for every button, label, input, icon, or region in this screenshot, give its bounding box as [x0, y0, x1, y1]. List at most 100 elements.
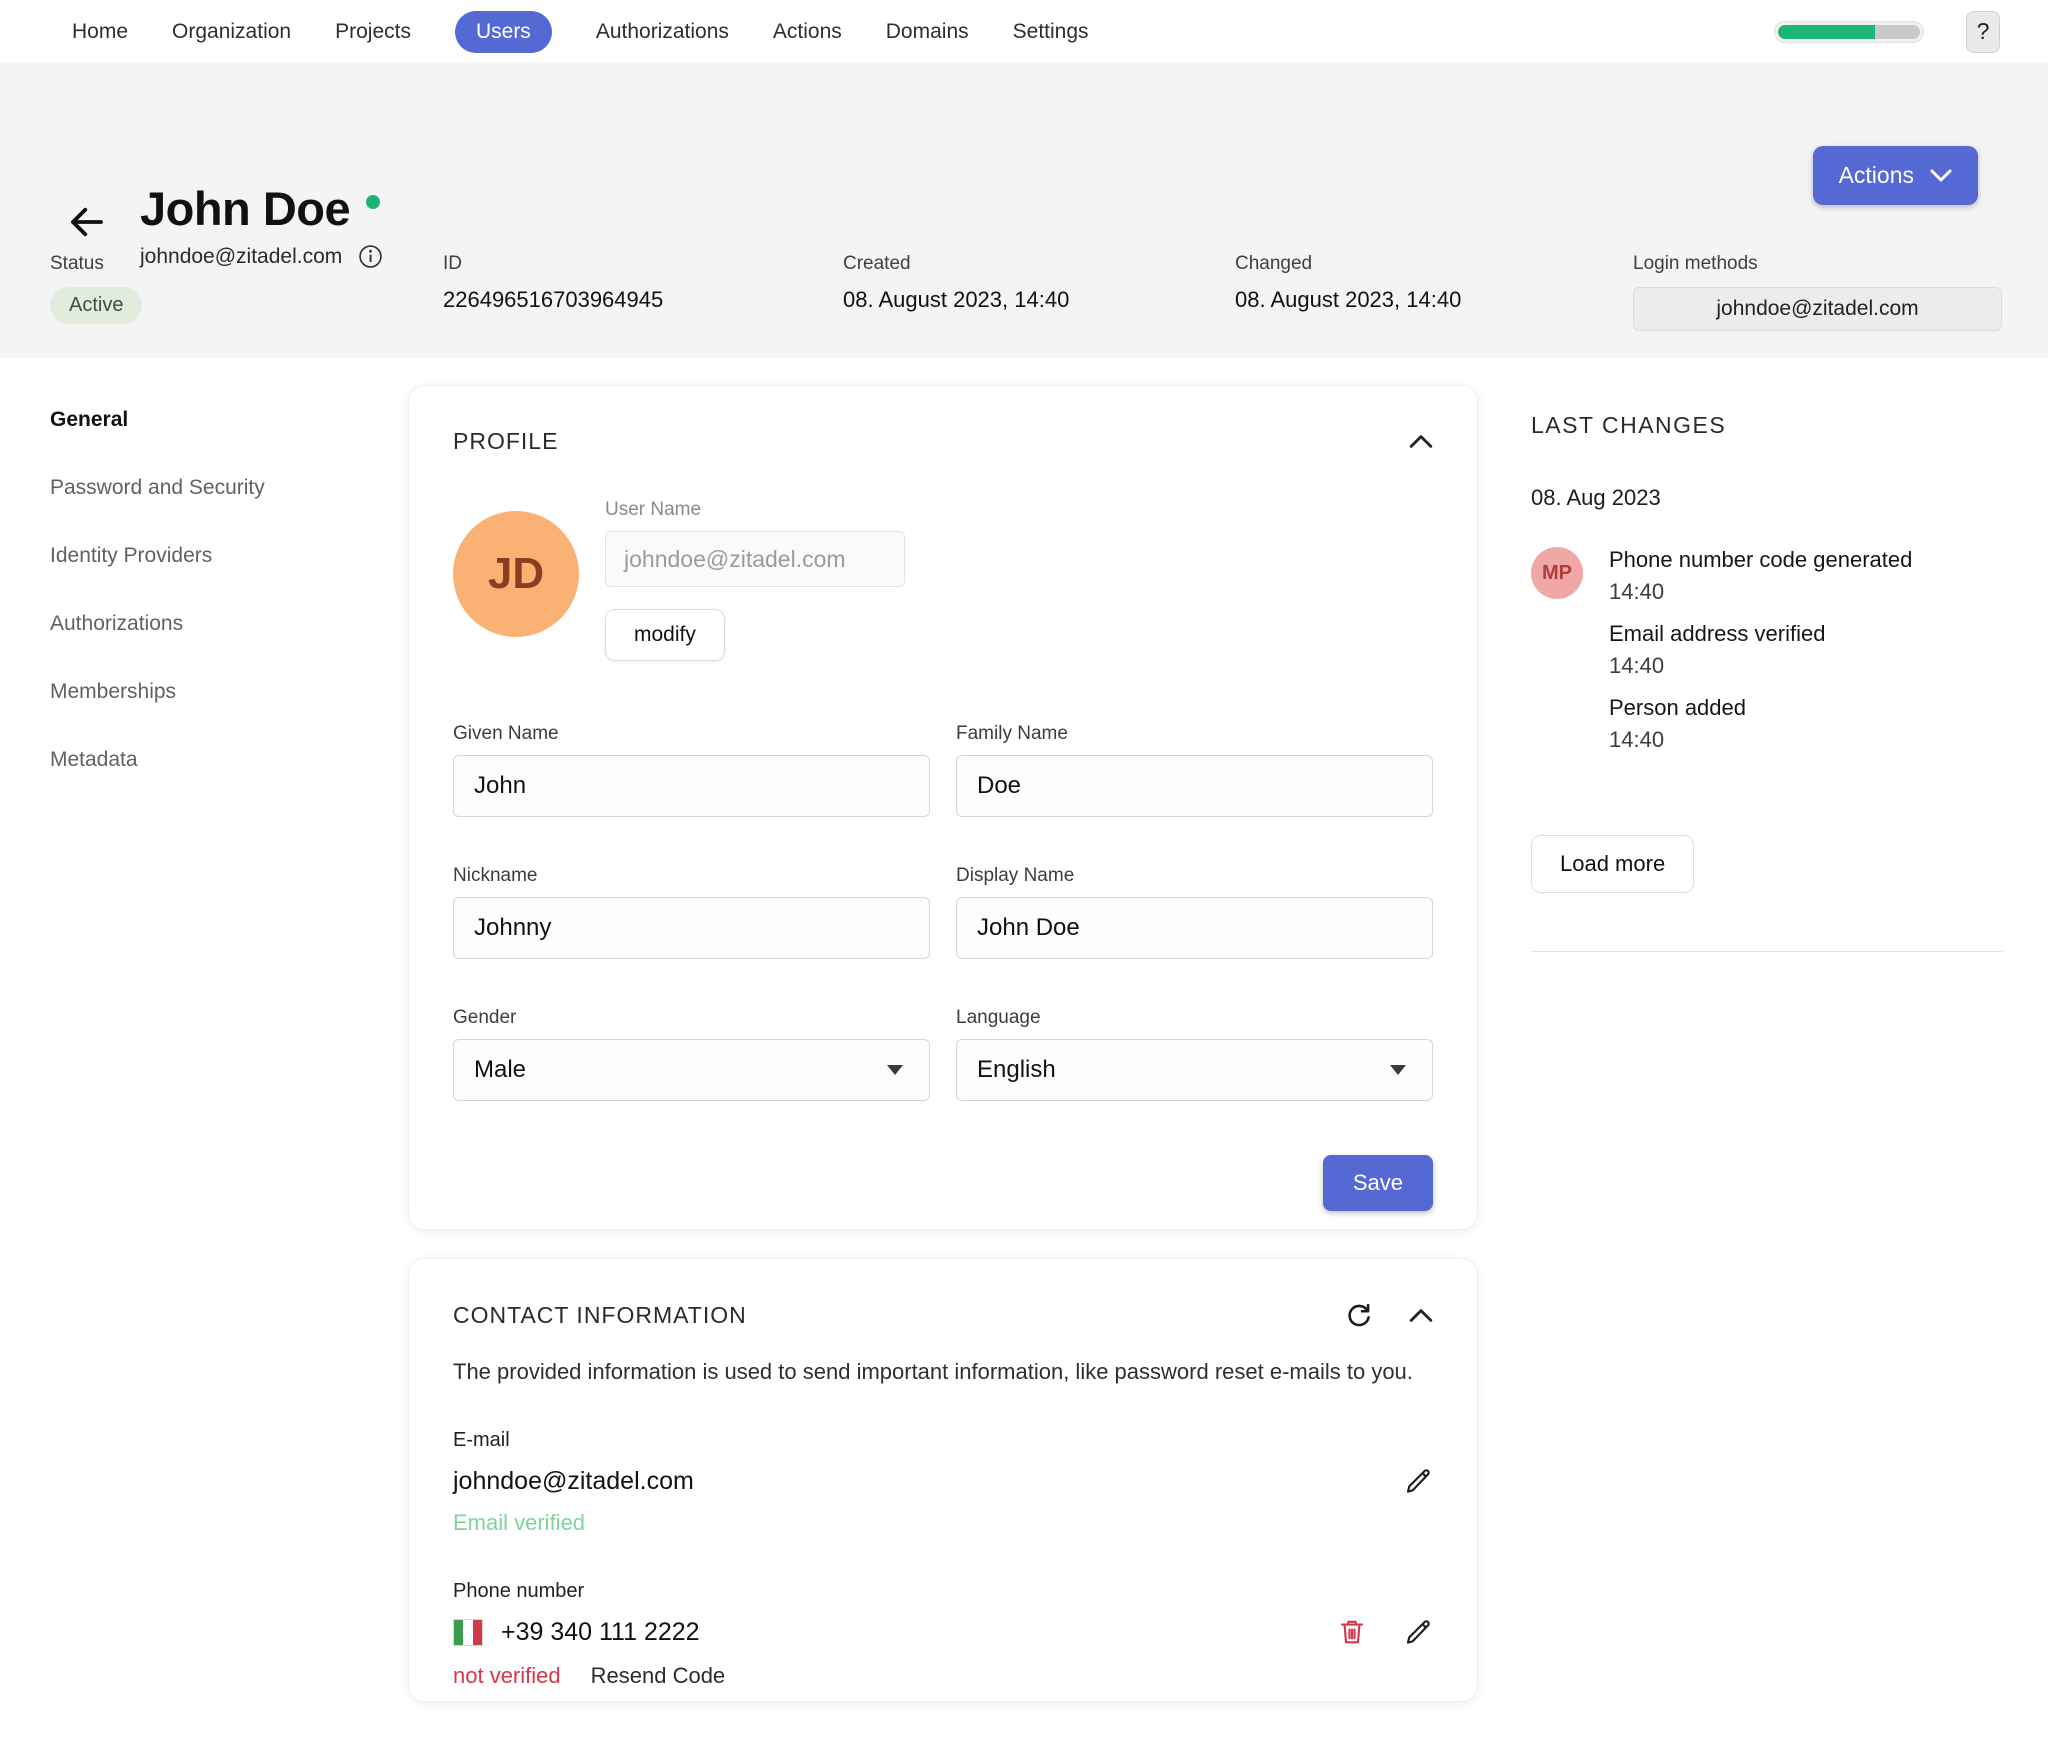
- nav-item-authorizations[interactable]: Authorizations: [596, 20, 729, 44]
- nickname-label: Nickname: [453, 865, 930, 887]
- email-label: E-mail: [453, 1429, 1433, 1452]
- editor-avatar: MP: [1531, 547, 1583, 599]
- given-name-field: Given Name John: [453, 723, 930, 817]
- gender-label: Gender: [453, 1007, 930, 1029]
- language-select[interactable]: English: [956, 1039, 1433, 1101]
- id-value: 226496516703964945: [443, 287, 843, 313]
- chevron-up-icon: [1409, 1308, 1433, 1323]
- phone-block: Phone number +39 340 111 2222: [453, 1580, 1433, 1689]
- family-name-field: Family Name Doe: [956, 723, 1433, 817]
- resend-code-button[interactable]: Resend Code: [591, 1663, 726, 1689]
- sidebar-item-authorizations[interactable]: Authorizations: [50, 612, 380, 636]
- load-more-button[interactable]: Load more: [1531, 835, 1694, 893]
- select-caret-icon: [887, 1065, 903, 1075]
- family-name-label: Family Name: [956, 723, 1433, 745]
- nav-items: Home Organization Projects Users Authori…: [72, 11, 1089, 53]
- refresh-button[interactable]: [1345, 1301, 1373, 1329]
- contact-card-title: CONTACT INFORMATION: [453, 1302, 747, 1329]
- email-value: johndoe@zitadel.com: [453, 1467, 694, 1496]
- actions-button[interactable]: Actions: [1813, 146, 1978, 205]
- given-name-label: Given Name: [453, 723, 930, 745]
- username-input[interactable]: johndoe@zitadel.com: [605, 531, 905, 587]
- change-event: Person added 14:40: [1609, 695, 1912, 753]
- gender-field: Gender Male: [453, 1007, 930, 1101]
- trash-icon: [1337, 1617, 1367, 1647]
- nav-item-projects[interactable]: Projects: [335, 20, 411, 44]
- italy-flag-icon: [453, 1619, 483, 1646]
- progress-bar: [1774, 21, 1924, 43]
- edit-email-button[interactable]: [1403, 1466, 1433, 1496]
- nav-item-settings[interactable]: Settings: [1013, 20, 1089, 44]
- change-event-label: Person added: [1609, 695, 1912, 721]
- page-title: John Doe: [140, 181, 350, 236]
- last-changes-date: 08. Aug 2023: [1531, 485, 2003, 511]
- pencil-icon: [1403, 1617, 1433, 1647]
- user-header: John Doe johndoe@zitadel.com Actions Sta…: [0, 63, 2048, 358]
- actions-button-label: Actions: [1839, 162, 1914, 189]
- modify-button[interactable]: modify: [605, 609, 725, 661]
- change-event-time: 14:40: [1609, 579, 1912, 605]
- sidebar-item-memberships[interactable]: Memberships: [50, 680, 380, 704]
- gender-select[interactable]: Male: [453, 1039, 930, 1101]
- created-value: 08. August 2023, 14:40: [843, 287, 1235, 313]
- sidebar-item-password-security[interactable]: Password and Security: [50, 476, 380, 500]
- last-changes-panel: LAST CHANGES 08. Aug 2023 MP Phone numbe…: [1531, 412, 2003, 952]
- status-label: Status: [50, 253, 443, 275]
- pencil-icon: [1403, 1466, 1433, 1496]
- family-name-input[interactable]: Doe: [956, 755, 1433, 817]
- profile-card: PROFILE JD User Name johndoe@zitadel.com…: [408, 385, 1478, 1230]
- login-method-chip: johndoe@zitadel.com: [1633, 287, 2002, 331]
- profile-collapse-button[interactable]: [1409, 434, 1433, 449]
- section-sidebar: General Password and Security Identity P…: [50, 408, 380, 816]
- nav-item-users[interactable]: Users: [455, 11, 552, 53]
- language-field: Language English: [956, 1007, 1433, 1101]
- change-event-label: Phone number code generated: [1609, 547, 1912, 573]
- display-name-field: Display Name John Doe: [956, 865, 1433, 959]
- nav-item-domains[interactable]: Domains: [886, 20, 969, 44]
- last-changes-title: LAST CHANGES: [1531, 412, 2003, 439]
- sidebar-item-general[interactable]: General: [50, 408, 380, 432]
- profile-card-title: PROFILE: [453, 428, 558, 455]
- nav-item-home[interactable]: Home: [72, 20, 128, 44]
- delete-phone-button[interactable]: [1337, 1617, 1367, 1647]
- user-avatar: JD: [453, 511, 579, 637]
- email-block: E-mail johndoe@zitadel.com Email verifie…: [453, 1429, 1433, 1536]
- language-label: Language: [956, 1007, 1433, 1029]
- active-status-dot-icon: [366, 195, 380, 209]
- phone-label: Phone number: [453, 1580, 1433, 1603]
- gender-select-value: Male: [474, 1056, 526, 1084]
- display-name-input[interactable]: John Doe: [956, 897, 1433, 959]
- edit-phone-button[interactable]: [1403, 1617, 1433, 1647]
- panel-divider: [1531, 951, 2003, 952]
- given-name-input[interactable]: John: [453, 755, 930, 817]
- progress-track: [1778, 25, 1920, 39]
- nav-item-organization[interactable]: Organization: [172, 20, 291, 44]
- contact-description: The provided information is used to send…: [453, 1359, 1433, 1385]
- save-button[interactable]: Save: [1323, 1155, 1433, 1211]
- nav-item-actions[interactable]: Actions: [773, 20, 842, 44]
- nickname-input[interactable]: Johnny: [453, 897, 930, 959]
- change-event-time: 14:40: [1609, 727, 1912, 753]
- username-label: User Name: [605, 499, 905, 521]
- top-nav: Home Organization Projects Users Authori…: [0, 0, 2048, 63]
- contact-collapse-button[interactable]: [1409, 1308, 1433, 1323]
- user-info-row: Status Active ID 226496516703964945 Crea…: [50, 253, 2002, 331]
- sidebar-item-identity-providers[interactable]: Identity Providers: [50, 544, 380, 568]
- change-event-label: Email address verified: [1609, 621, 1912, 647]
- change-event: Email address verified 14:40: [1609, 621, 1912, 679]
- language-select-value: English: [977, 1056, 1056, 1084]
- refresh-icon: [1345, 1301, 1373, 1329]
- chevron-down-icon: [1930, 169, 1952, 183]
- change-event: Phone number code generated 14:40: [1609, 547, 1912, 605]
- back-arrow-icon[interactable]: [66, 201, 108, 243]
- nickname-field: Nickname Johnny: [453, 865, 930, 959]
- sidebar-item-metadata[interactable]: Metadata: [50, 748, 380, 772]
- contact-information-card: CONTACT INFORMATION The provided informa…: [408, 1258, 1478, 1702]
- created-label: Created: [843, 253, 1235, 275]
- status-badge: Active: [50, 287, 142, 324]
- progress-fill: [1778, 25, 1875, 39]
- help-button[interactable]: ?: [1966, 11, 2000, 53]
- phone-value: +39 340 111 2222: [501, 1618, 700, 1647]
- select-caret-icon: [1390, 1065, 1406, 1075]
- changed-value: 08. August 2023, 14:40: [1235, 287, 1633, 313]
